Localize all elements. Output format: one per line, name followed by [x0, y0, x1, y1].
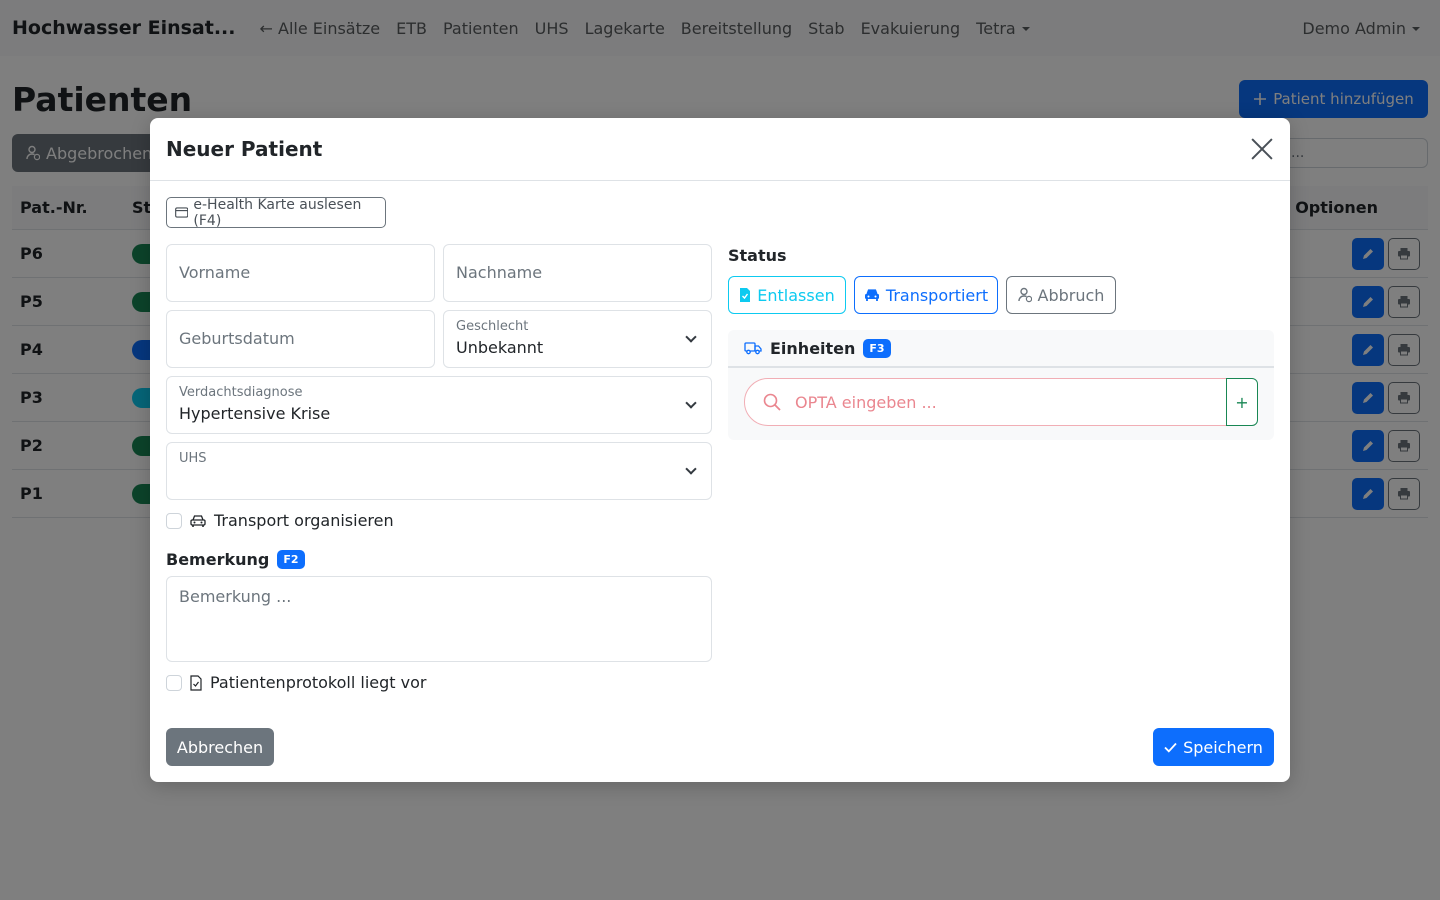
check-icon	[1164, 742, 1177, 753]
transport-checkbox-row: Transport organisieren	[166, 511, 394, 530]
diagnosis-value: Hypertensive Krise	[179, 404, 331, 423]
remark-shortcut-badge: F2	[277, 550, 305, 569]
units-card: Einheiten F3 OPTA eingeben ... +	[728, 330, 1274, 440]
gender-label: Geschlecht	[456, 319, 529, 334]
cancel-button[interactable]: Abbrechen	[166, 728, 274, 766]
save-button[interactable]: Speichern	[1153, 728, 1274, 766]
last-name-field[interactable]: Nachname	[443, 244, 712, 302]
card-icon	[175, 207, 189, 218]
transport-checkbox[interactable]	[166, 512, 182, 529]
last-name-placeholder: Nachname	[456, 263, 543, 282]
uhs-select[interactable]: UHS	[166, 442, 712, 500]
new-patient-modal: Neuer Patient e-Health Karte auslesen (F…	[150, 118, 1290, 782]
units-header: Einheiten F3	[728, 330, 1274, 368]
first-name-placeholder: Vorname	[179, 263, 251, 282]
birthdate-placeholder: Geburtsdatum	[179, 329, 295, 348]
status-transported-label: Transportiert	[885, 285, 989, 305]
remark-textarea[interactable]: Bemerkung ...	[166, 576, 712, 662]
protocol-checkbox-row: Patientenprotokoll liegt vor	[166, 673, 426, 692]
truck-icon	[744, 342, 762, 355]
protocol-checkbox[interactable]	[166, 674, 182, 691]
ehealth-card-button[interactable]: e-Health Karte auslesen (F4)	[166, 196, 386, 229]
opta-placeholder: OPTA eingeben ...	[795, 392, 937, 412]
car-icon	[864, 289, 879, 301]
protocol-label: Patientenprotokoll liegt vor	[210, 673, 427, 692]
chevron-down-icon	[685, 397, 697, 409]
status-abort-button[interactable]: Abbruch	[1006, 276, 1116, 314]
car-icon	[190, 514, 206, 527]
units-shortcut-badge: F3	[863, 338, 891, 358]
opta-input[interactable]: OPTA eingeben ...	[744, 378, 1228, 426]
user-x-icon	[1017, 287, 1032, 303]
status-transported-button[interactable]: Transportiert	[854, 276, 998, 314]
file-check-icon	[740, 288, 751, 302]
uhs-label: UHS	[179, 451, 207, 466]
modal-title: Neuer Patient	[166, 137, 323, 161]
modal-header: Neuer Patient	[150, 118, 1290, 181]
first-name-field[interactable]: Vorname	[166, 244, 435, 302]
close-icon[interactable]	[1250, 137, 1274, 161]
search-icon	[763, 393, 781, 411]
chevron-down-icon	[685, 463, 697, 475]
diagnosis-label: Verdachtsdiagnose	[179, 385, 303, 400]
status-discharged-button[interactable]: Entlassen	[728, 276, 846, 314]
remark-label-row: Bemerkung F2	[166, 550, 305, 569]
remark-label: Bemerkung	[166, 550, 270, 569]
diagnosis-select[interactable]: Verdachtsdiagnose Hypertensive Krise	[166, 376, 712, 434]
transport-label: Transport organisieren	[214, 511, 394, 530]
add-unit-button[interactable]: +	[1226, 378, 1258, 426]
units-title: Einheiten	[770, 338, 856, 358]
chevron-down-icon	[685, 331, 697, 343]
save-label: Speichern	[1183, 737, 1263, 757]
ehealth-card-label: e-Health Karte auslesen (F4)	[193, 196, 362, 229]
gender-select[interactable]: Geschlecht Unbekannt	[443, 310, 712, 368]
status-label: Status	[728, 246, 787, 265]
status-discharged-label: Entlassen	[757, 285, 835, 305]
birthdate-field[interactable]: Geburtsdatum	[166, 310, 435, 368]
gender-value: Unbekannt	[456, 338, 544, 357]
file-check-icon	[190, 674, 202, 691]
status-abort-label: Abbruch	[1037, 285, 1105, 305]
